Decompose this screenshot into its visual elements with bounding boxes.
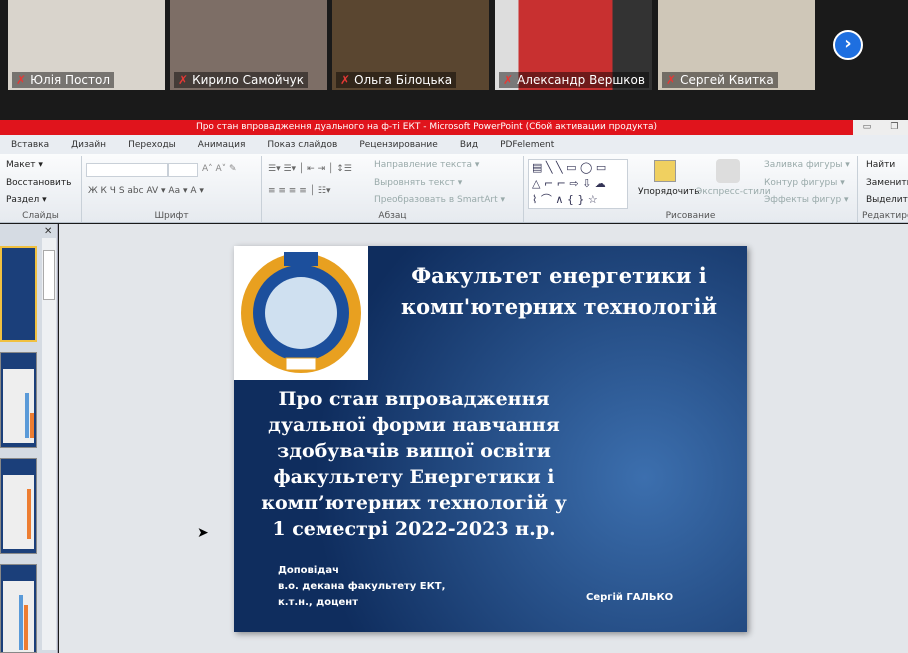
arrange-icon — [654, 160, 676, 182]
tab-slideshow[interactable]: Показ слайдов — [256, 140, 348, 150]
shape-fill-button[interactable]: Заливка фигуры ▾ — [764, 160, 850, 170]
tab-transitions[interactable]: Переходы — [117, 140, 187, 150]
close-panel-icon[interactable]: ✕ — [44, 226, 52, 237]
group-label: Абзац — [378, 211, 407, 221]
tab-design[interactable]: Дизайн — [60, 140, 117, 150]
tab-pdfelement[interactable]: PDFelement — [489, 140, 565, 150]
tab-review[interactable]: Рецензирование — [348, 140, 448, 150]
current-slide[interactable]: Факультет енергетики і комп'ютерних техн… — [234, 246, 747, 632]
author-name: Сергій ГАЛЬКО — [586, 592, 674, 603]
reset-button[interactable]: Восстановить — [6, 178, 71, 188]
next-page-arrow-icon[interactable]: › — [833, 30, 863, 60]
ribbon-tabs: Вставка Дизайн Переходы Анимация Показ с… — [0, 135, 908, 154]
group-label: Слайды — [22, 211, 59, 221]
minimize-icon[interactable]: ▭ — [863, 120, 872, 135]
reporter-info: Доповідач в.о. декана факультету ЕКТ, к.т.… — [278, 565, 446, 608]
font-size-input[interactable] — [168, 163, 198, 177]
scroll-thumb[interactable] — [43, 250, 55, 300]
participant-name: Юлія Постол — [30, 73, 111, 87]
align-buttons[interactable]: ≡ ≡ ≡ ≡ │ ☷▾ — [268, 186, 330, 196]
slide-thumbnail[interactable] — [0, 246, 37, 342]
group-drawing: ▤ ╲ ╲ ▭ ◯ ▭ △ ⌐ ⌐ ⇨ ⇩ ☁ ⌇ ⌒ ∧ { } ☆ Упор… — [524, 156, 858, 222]
align-text-button[interactable]: Выровнять текст ▾ — [374, 178, 462, 188]
arrange-button[interactable]: Упорядочить — [638, 187, 699, 197]
muted-mic-icon: ✗ — [503, 73, 514, 87]
participant-tile[interactable]: ✗ Кирило Самойчук — [170, 0, 327, 90]
tab-view[interactable]: Вид — [449, 140, 489, 150]
group-label: Редактирование — [862, 211, 908, 221]
font-format-buttons[interactable]: Ж К Ч S abc AV ▾ Aa ▾ A ▾ — [88, 186, 204, 196]
muted-mic-icon: ✗ — [340, 73, 351, 87]
ribbon: Макет ▾ Восстановить Раздел ▾ Слайды A˄ … — [0, 154, 908, 223]
select-button[interactable]: Выделить — [866, 195, 908, 205]
faculty-title: Факультет енергетики і комп'ютерних техн… — [400, 263, 718, 319]
mouse-cursor-icon: ➤ — [197, 525, 209, 541]
tab-insert[interactable]: Вставка — [0, 140, 60, 150]
window-title: Про стан впровадження дуального на ф-ті … — [0, 120, 853, 135]
slide-thumbnail[interactable] — [0, 564, 37, 653]
participant-tile[interactable]: ✗ Юлія Постол — [8, 0, 165, 90]
quick-styles-button[interactable]: Экспресс-стили — [696, 187, 771, 197]
section-button[interactable]: Раздел ▾ — [6, 195, 47, 205]
muted-mic-icon: ✗ — [666, 73, 677, 87]
layout-button[interactable]: Макет ▾ — [6, 160, 43, 170]
replace-button[interactable]: Заменить — [866, 178, 908, 188]
list-buttons[interactable]: ☰▾ ☰▾ │ ⇤ ⇥ │ ↕☰ — [268, 164, 352, 174]
shape-outline-button[interactable]: Контур фигуры ▾ — [764, 178, 845, 188]
participant-name: Александр Вершков — [517, 73, 645, 87]
smartart-button[interactable]: Преобразовать в SmartArt ▾ — [374, 195, 505, 205]
university-logo — [234, 246, 368, 380]
find-button[interactable]: Найти — [866, 160, 895, 170]
font-name-input[interactable] — [86, 163, 168, 177]
slide-main-title: Про стан впровадження дуальної форми навч… — [261, 388, 567, 540]
group-slides: Макет ▾ Восстановить Раздел ▾ Слайды — [0, 156, 82, 222]
group-label: Шрифт — [154, 211, 189, 221]
participant-tile[interactable]: ✗ Ольга Білоцька — [332, 0, 489, 90]
shapes-gallery[interactable]: ▤ ╲ ╲ ▭ ◯ ▭ △ ⌐ ⌐ ⇨ ⇩ ☁ ⌇ ⌒ ∧ { } ☆ — [528, 159, 628, 209]
participant-name: Сергей Квитка — [680, 73, 774, 87]
participant-strip: ✗ Юлія Постол ✗ Кирило Самойчук ✗ Ольга Біл… — [0, 0, 908, 118]
tab-animation[interactable]: Анимация — [187, 140, 257, 150]
slide-thumbnail[interactable] — [0, 458, 37, 554]
muted-mic-icon: ✗ — [178, 73, 189, 87]
group-editing: Найти Заменить Выделить Редактирование — [858, 156, 908, 222]
participant-tile[interactable]: ✗ Александр Вершков — [495, 0, 652, 90]
quick-styles-icon — [716, 159, 740, 183]
participant-name: Кирило Самойчук — [192, 73, 304, 87]
muted-mic-icon: ✗ — [16, 73, 27, 87]
group-font: A˄ A˅ ✎ Ж К Ч S abc AV ▾ Aa ▾ A ▾ Шрифт — [82, 156, 262, 222]
group-paragraph: ☰▾ ☰▾ │ ⇤ ⇥ │ ↕☰ ≡ ≡ ≡ ≡ │ ☷▾ Направлени… — [262, 156, 524, 222]
thumbnail-scrollbar[interactable] — [42, 238, 56, 650]
shape-effects-button[interactable]: Эффекты фигур ▾ — [764, 195, 849, 205]
participant-tile[interactable]: ✗ Сергей Квитка — [658, 0, 815, 90]
font-grow-shrink-icon[interactable]: A˄ A˅ ✎ — [202, 164, 237, 174]
group-label: Рисование — [665, 211, 716, 221]
text-direction-button[interactable]: Направление текста ▾ — [374, 160, 479, 170]
window-controls: ▭ ❐ — [853, 120, 908, 135]
restore-icon[interactable]: ❐ — [890, 120, 898, 135]
participant-name: Ольга Білоцька — [354, 73, 453, 87]
slide-thumbnail[interactable] — [0, 352, 37, 448]
